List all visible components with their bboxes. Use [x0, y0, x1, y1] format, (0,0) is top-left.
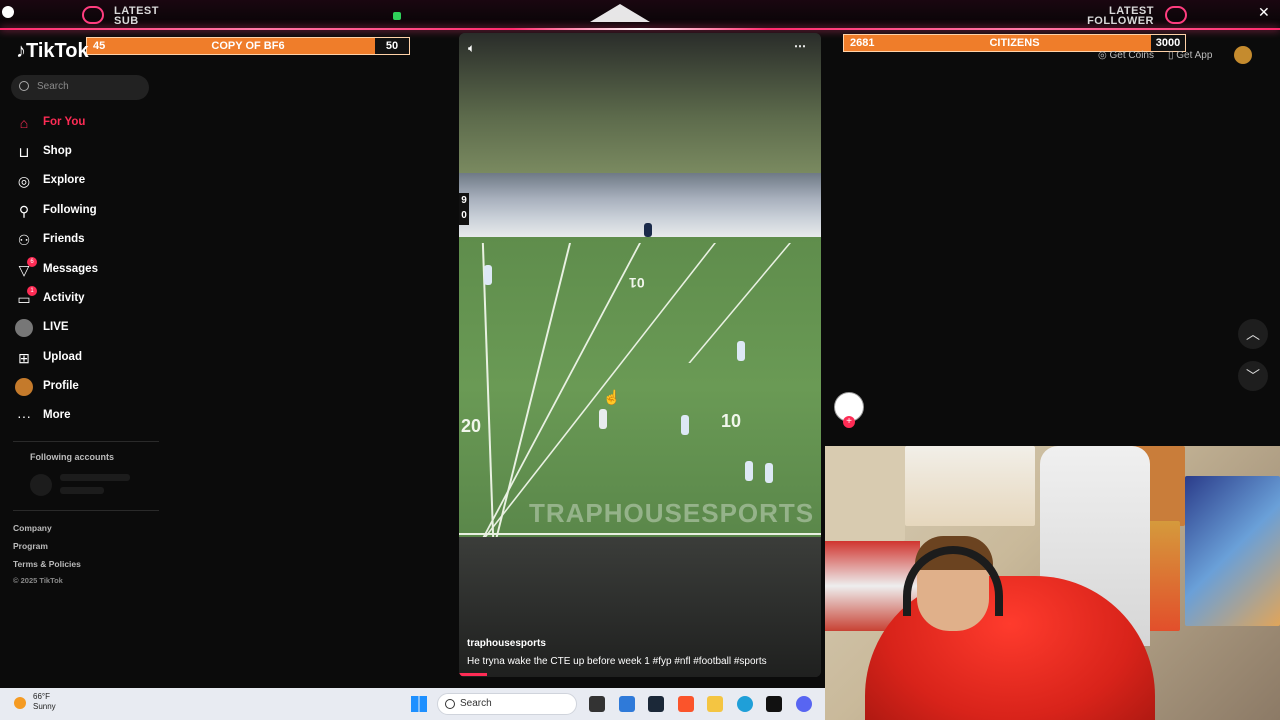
mouse-cursor: ☝: [603, 389, 621, 405]
player: [484, 265, 492, 285]
player: [765, 463, 773, 483]
video-stands: [459, 173, 821, 237]
next-video-button[interactable]: ﹀: [1238, 361, 1268, 391]
sidebar-item-shop[interactable]: ⊔ Shop: [13, 140, 163, 164]
latest-sub-label: LATEST SUB: [114, 5, 159, 27]
banner-glow-line: [0, 28, 1280, 30]
sidebar-item-messages[interactable]: ▽ 6 Messages: [13, 257, 163, 282]
yard-number: 01: [629, 275, 645, 291]
tiktok-taskbar-icon[interactable]: [766, 696, 782, 712]
divider: [13, 441, 159, 442]
sideline: [459, 533, 821, 535]
brave-icon[interactable]: [678, 696, 694, 712]
sidebar-item-profile[interactable]: Profile: [13, 375, 163, 399]
messages-badge: 6: [27, 257, 37, 267]
home-icon: ⌂: [19, 115, 29, 131]
more-options-icon[interactable]: ⋯: [794, 39, 806, 53]
sub-latest-name: COPY OF BF6: [211, 40, 285, 52]
sidebar-item-live[interactable]: LIVE: [13, 316, 163, 340]
player: [644, 223, 652, 237]
follower-goal: 3000: [1151, 35, 1185, 51]
player: [599, 409, 607, 429]
wall-poster: [1185, 476, 1280, 626]
video-blur-top: [459, 33, 821, 173]
sub-goal: 50: [375, 38, 409, 54]
wall: [825, 446, 905, 541]
edge-icon[interactable]: [737, 696, 753, 712]
latest-follower-label: LATEST FOLLOWER: [1087, 5, 1154, 27]
sidebar-item-explore[interactable]: ◎ Explore: [13, 169, 163, 193]
search-input[interactable]: Search: [11, 75, 149, 100]
friends-icon: ⚇: [17, 232, 31, 248]
video-username[interactable]: traphousesports: [467, 638, 546, 649]
score-overlay: 90: [459, 193, 469, 225]
tiktok-mini-icon: [2, 6, 14, 18]
sidebar-item-upload[interactable]: ⊞ Upload: [13, 346, 163, 370]
webcam-feed: [825, 446, 1280, 720]
file-explorer-icon[interactable]: [707, 696, 723, 712]
activity-badge: 1: [27, 286, 37, 296]
yard-number: 20: [461, 416, 482, 436]
video-caption: He tryna wake the CTE up before week 1 #…: [467, 656, 767, 667]
live-icon: [15, 319, 33, 337]
player: [745, 461, 753, 481]
following-accounts-heading: Following accounts: [30, 452, 115, 462]
player: [681, 415, 689, 435]
footer-program-link[interactable]: Program: [13, 541, 48, 551]
account-placeholder-line: [60, 474, 130, 481]
search-icon: [445, 699, 455, 709]
sidebar-item-for-you[interactable]: ⌂ For You: [13, 111, 163, 135]
status-indicator-icon: [393, 12, 401, 20]
yard-number: 10: [721, 411, 742, 431]
tiktok-logo[interactable]: ♪TikTok: [16, 40, 89, 63]
shop-icon: ⊔: [18, 144, 30, 160]
follower-latest-name: CITIZENS: [989, 37, 1040, 49]
widgets-icon[interactable]: [619, 696, 635, 712]
banner-peak-decoration: [590, 4, 650, 22]
get-coins-button[interactable]: ◎ Get Coins: [1098, 50, 1154, 61]
steam-icon[interactable]: [648, 696, 664, 712]
search-placeholder: Search: [37, 81, 69, 92]
user-avatar[interactable]: [1234, 46, 1252, 64]
sidebar-item-friends[interactable]: ⚇ Friends: [13, 228, 163, 252]
task-view-icon[interactable]: [589, 696, 605, 712]
volume-icon[interactable]: 🔈︎: [468, 41, 475, 56]
copyright: © 2025 TikTok: [13, 576, 63, 585]
more-icon: ···: [17, 408, 31, 424]
sidebar-item-activity[interactable]: ▭ 1 Activity: [13, 286, 163, 311]
footer-terms-link[interactable]: Terms & Policies: [13, 559, 81, 569]
player: [737, 341, 745, 361]
video-progress-bar[interactable]: [459, 673, 487, 676]
windows-start-icon[interactable]: [411, 696, 427, 712]
account-placeholder-line: [60, 487, 104, 494]
sidebar-item-more[interactable]: ··· More: [13, 404, 163, 428]
follow-plus-button[interactable]: +: [843, 416, 855, 428]
wall-poster: [905, 446, 1035, 526]
get-app-button[interactable]: ▯ Get App: [1168, 50, 1212, 61]
account-placeholder-avatar: [30, 474, 52, 496]
footer-company-link[interactable]: Company: [13, 523, 52, 533]
video-player[interactable]: 01 20 10 90 TRAPHOUSESPORTS 🔈︎ ⋯: [459, 33, 821, 677]
divider: [13, 510, 159, 511]
twitch-icon: [82, 6, 104, 24]
close-icon[interactable]: ✕: [1258, 4, 1270, 21]
discord-icon[interactable]: [796, 696, 812, 712]
heart-icon: [1165, 6, 1187, 24]
taskbar-search[interactable]: Search: [437, 693, 577, 715]
weather-widget[interactable]: 66°F Sunny: [33, 692, 56, 712]
following-icon: ⚲: [18, 203, 30, 219]
upload-icon: ⊞: [18, 350, 30, 366]
compass-icon: ◎: [17, 173, 31, 189]
search-icon: [19, 81, 29, 91]
video-watermark: TRAPHOUSESPORTS: [529, 498, 815, 528]
sidebar-item-following[interactable]: ⚲ Following: [13, 199, 163, 223]
previous-video-button[interactable]: ︿: [1238, 319, 1268, 349]
weather-icon: [14, 697, 26, 709]
sub-goal-bar: 45 COPY OF BF6 50: [86, 37, 410, 55]
profile-icon: [15, 378, 33, 396]
